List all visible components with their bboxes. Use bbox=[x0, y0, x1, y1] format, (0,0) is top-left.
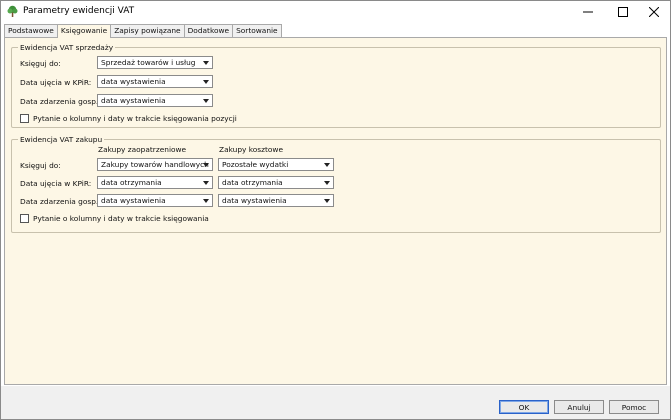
close-button[interactable] bbox=[638, 1, 670, 23]
purchases-event-date-cost-value: data wystawienia bbox=[222, 196, 287, 205]
chevron-down-icon bbox=[324, 163, 330, 167]
chevron-down-icon bbox=[324, 181, 330, 185]
sales-event-date-select[interactable]: data wystawienia bbox=[97, 94, 213, 107]
chevron-down-icon bbox=[203, 99, 209, 103]
dialog-button-bar: OK Anuluj Pomoc bbox=[1, 386, 670, 419]
purchases-event-date-supply-value: data wystawienia bbox=[101, 196, 166, 205]
tab-strip: Podstawowe Księgowanie Zapisy powiązane … bbox=[4, 24, 282, 38]
purchases-cost-column-header: Zakupy kosztowe bbox=[219, 145, 284, 154]
sales-event-date-value: data wystawienia bbox=[101, 96, 166, 105]
tab-podstawowe[interactable]: Podstawowe bbox=[4, 24, 58, 37]
sales-ask-label: Pytanie o kolumny i daty w trakcie księg… bbox=[33, 114, 237, 123]
purchases-vat-group: Ewidencja VAT zakupu Zakupy zaopatrzenio… bbox=[11, 135, 661, 233]
sales-ask-checkbox[interactable] bbox=[20, 114, 29, 123]
purchases-book-to-label: Księguj do: bbox=[20, 161, 61, 170]
sales-kpir-date-label: Data ujęcia w KPiR: bbox=[20, 78, 92, 87]
chevron-down-icon bbox=[203, 163, 209, 167]
tab-ksiegowanie[interactable]: Księgowanie bbox=[56, 24, 112, 38]
chevron-down-icon bbox=[324, 199, 330, 203]
purchases-book-to-supply-select[interactable]: Zakupy towarów handlowych bbox=[97, 158, 213, 171]
purchases-event-date-supply-select[interactable]: data wystawienia bbox=[97, 194, 213, 207]
minimize-icon bbox=[583, 11, 593, 13]
ok-button[interactable]: OK bbox=[499, 400, 549, 414]
purchases-kpir-date-supply-select[interactable]: data otrzymania bbox=[97, 176, 213, 189]
cancel-button[interactable]: Anuluj bbox=[554, 400, 604, 414]
purchases-kpir-date-label: Data ujęcia w KPiR: bbox=[20, 179, 92, 188]
chevron-down-icon bbox=[203, 80, 209, 84]
sales-kpir-date-value: data wystawienia bbox=[101, 77, 166, 86]
purchases-event-date-cost-select[interactable]: data wystawienia bbox=[218, 194, 334, 207]
maximize-button[interactable] bbox=[607, 1, 639, 23]
chevron-down-icon bbox=[203, 61, 209, 65]
tab-dodatkowe[interactable]: Dodatkowe bbox=[183, 24, 234, 37]
purchases-vat-legend: Ewidencja VAT zakupu bbox=[18, 135, 105, 144]
purchases-book-to-cost-value: Pozostałe wydatki bbox=[222, 160, 289, 169]
purchases-kpir-date-cost-value: data otrzymania bbox=[222, 178, 283, 187]
minimize-button[interactable] bbox=[572, 1, 604, 23]
tab-zapisy-powiazane[interactable]: Zapisy powiązane bbox=[110, 24, 185, 37]
help-button[interactable]: Pomoc bbox=[609, 400, 659, 414]
sales-book-to-select[interactable]: Sprzedaż towarów i usług bbox=[97, 56, 213, 69]
tab-content-panel: Ewidencja VAT sprzedaży Księguj do: Sprz… bbox=[4, 37, 667, 385]
window-title: Parametry ewidencji VAT bbox=[23, 6, 135, 16]
maximize-icon bbox=[618, 7, 628, 17]
purchases-book-to-supply-value: Zakupy towarów handlowych bbox=[101, 160, 209, 169]
purchases-ask-checkbox[interactable] bbox=[20, 214, 29, 223]
purchases-kpir-date-supply-value: data otrzymania bbox=[101, 178, 162, 187]
sales-vat-legend: Ewidencja VAT sprzedaży bbox=[18, 43, 116, 52]
sales-kpir-date-select[interactable]: data wystawienia bbox=[97, 75, 213, 88]
sales-book-to-value: Sprzedaż towarów i usług bbox=[101, 58, 196, 67]
sales-book-to-label: Księguj do: bbox=[20, 59, 61, 68]
dialog-window: Parametry ewidencji VAT Podstawowe Księg… bbox=[0, 0, 671, 420]
purchases-supply-column-header: Zakupy zaopatrzeniowe bbox=[98, 145, 187, 154]
chevron-down-icon bbox=[203, 199, 209, 203]
sales-vat-group: Ewidencja VAT sprzedaży Księguj do: Sprz… bbox=[11, 43, 661, 128]
sales-event-date-label: Data zdarzenia gosp.: bbox=[20, 97, 101, 106]
purchases-kpir-date-cost-select[interactable]: data otrzymania bbox=[218, 176, 334, 189]
purchases-event-date-label: Data zdarzenia gosp.: bbox=[20, 197, 101, 206]
tree-icon bbox=[7, 5, 18, 17]
chevron-down-icon bbox=[203, 181, 209, 185]
purchases-ask-label: Pytanie o kolumny i daty w trakcie księg… bbox=[33, 214, 209, 223]
tab-sortowanie[interactable]: Sortowanie bbox=[232, 24, 282, 37]
purchases-book-to-cost-select[interactable]: Pozostałe wydatki bbox=[218, 158, 334, 171]
title-bar: Parametry ewidencji VAT bbox=[1, 1, 670, 23]
close-icon bbox=[649, 7, 659, 17]
